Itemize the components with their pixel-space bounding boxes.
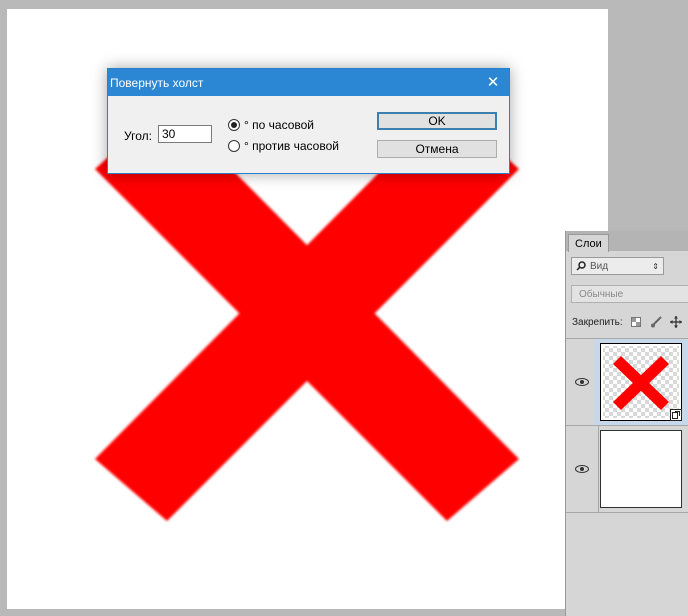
layer-row-x-shape[interactable] — [566, 338, 688, 425]
lock-label: Закрепить: — [572, 316, 623, 328]
clockwise-radio[interactable] — [228, 119, 240, 131]
layer-row-background[interactable] — [566, 425, 688, 512]
search-icon — [576, 261, 586, 271]
lock-move-icon[interactable] — [669, 315, 683, 329]
layer-thumbnail — [600, 343, 682, 421]
dialog-titlebar[interactable]: Повернуть холст ✕ — [108, 69, 509, 96]
layers-panel: Слои Вид ⇕ Обычные Закрепить: — [565, 231, 688, 616]
ok-button[interactable]: OK — [377, 112, 497, 130]
visibility-toggle[interactable] — [566, 426, 599, 512]
rotate-canvas-dialog: Повернуть холст ✕ Угол: ° по часовой ° п… — [107, 68, 510, 174]
blend-mode-select[interactable]: Обычные — [571, 285, 688, 303]
counterclockwise-option[interactable]: ° против часовой — [228, 139, 339, 153]
filter-label: Вид — [590, 260, 609, 272]
lock-brush-icon[interactable] — [649, 315, 663, 329]
layer-thumbnail — [600, 430, 682, 508]
tab-layers[interactable]: Слои — [568, 234, 609, 252]
counterclockwise-radio[interactable] — [228, 140, 240, 152]
clockwise-label: ° по часовой — [244, 118, 314, 132]
updown-arrows-icon: ⇕ — [652, 261, 659, 271]
lock-transparent-icon[interactable] — [629, 315, 643, 329]
x-thumbnail-icon — [613, 356, 669, 410]
cancel-button[interactable]: Отмена — [377, 140, 497, 158]
smart-object-icon — [670, 409, 682, 421]
angle-input[interactable] — [158, 125, 212, 143]
dialog-title: Повернуть холст — [110, 75, 204, 90]
close-icon[interactable]: ✕ — [485, 75, 501, 91]
eye-icon — [575, 465, 589, 473]
eye-icon — [575, 378, 589, 386]
angle-label: Угол: — [124, 129, 152, 143]
lock-row: Закрепить: — [572, 315, 683, 329]
counterclockwise-label: ° против часовой — [244, 139, 339, 153]
layer-filter-select[interactable]: Вид ⇕ — [571, 257, 664, 275]
divider — [566, 512, 688, 513]
panel-tabbar: Слои — [566, 231, 688, 252]
clockwise-option[interactable]: ° по часовой — [228, 118, 314, 132]
